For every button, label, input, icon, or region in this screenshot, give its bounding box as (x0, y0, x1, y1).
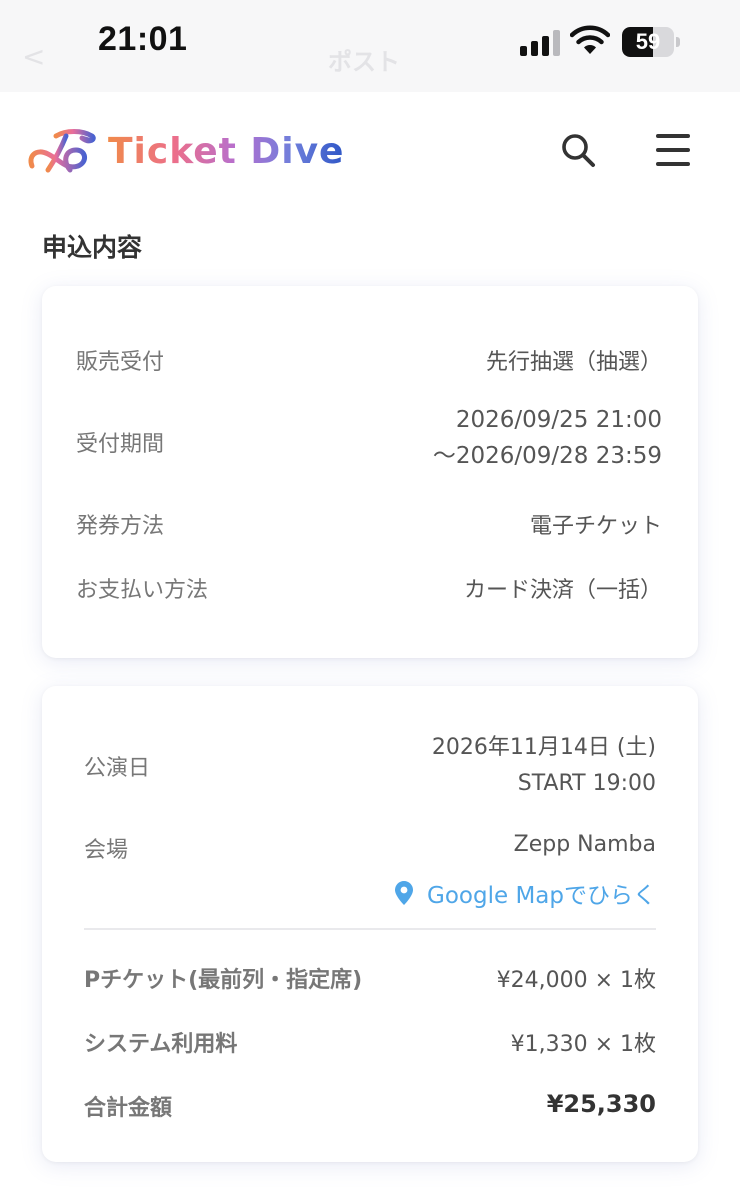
ticket-price-value: ¥24,000 × 1枚 (496, 968, 656, 993)
site-header: Ticket Dive (0, 92, 740, 212)
hamburger-menu-icon[interactable] (654, 132, 694, 168)
map-pin-icon (395, 881, 414, 905)
ghost-page-title: ポスト (328, 48, 400, 76)
status-time: 21:01 (98, 20, 188, 58)
sale-type-value: 先行抽選（抽選） (485, 350, 662, 375)
total-value: ¥25,330 (546, 1090, 656, 1118)
battery-icon: 59 (622, 27, 684, 57)
logo-text: Ticket Dive (108, 130, 345, 172)
performance-details-card: 公演日 2026年11月14日 (土) START 19:00 会場 Zepp … (42, 686, 698, 1162)
performance-date-label: 公演日 (84, 756, 151, 781)
payment-method-label: お支払い方法 (76, 578, 209, 603)
battery-level: 59 (635, 29, 661, 54)
total-label: 合計金額 (84, 1096, 173, 1121)
period-end: 〜2026/09/28 23:59 (432, 443, 662, 469)
logo-mark-icon (28, 129, 96, 173)
venue-value: Zepp Namba (513, 832, 656, 857)
back-chevron-icon: < (22, 40, 46, 73)
google-map-link[interactable]: Google Mapでひらく (395, 876, 656, 910)
performance-date-value: 2026年11月14日 (土) START 19:00 (432, 730, 656, 802)
performance-start-time: START 19:00 (517, 771, 656, 796)
issue-method-value: 電子チケット (529, 514, 662, 539)
period-start: 2026/09/25 21:00 (455, 407, 662, 433)
system-fee-label: システム利用料 (84, 1032, 238, 1057)
payment-method-value: カード決済（一括） (463, 578, 662, 603)
venue-label: 会場 (84, 838, 129, 863)
issue-method-label: 発券方法 (76, 514, 165, 539)
period-label: 受付期間 (76, 432, 165, 457)
period-value: 2026/09/25 21:00 〜2026/09/28 23:59 (433, 402, 662, 474)
sale-type-label: 販売受付 (76, 350, 165, 375)
divider (84, 928, 656, 930)
google-map-link-text[interactable]: Google Mapでひらく (427, 876, 656, 910)
ticket-type-label: Pチケット(最前列・指定席) (84, 968, 363, 993)
ticket-dive-logo[interactable]: Ticket Dive (26, 126, 344, 176)
application-details-card: 販売受付 先行抽選（抽選） 受付期間 2026/09/25 21:00 〜202… (42, 286, 698, 658)
wifi-icon (570, 25, 610, 54)
system-fee-value: ¥1,330 × 1枚 (510, 1032, 656, 1057)
performance-date: 2026年11月14日 (土) (431, 735, 656, 760)
cellular-signal-icon (520, 30, 562, 56)
section-title: 申込内容 (42, 233, 143, 262)
status-bar: < ポスト 21:01 59 (0, 0, 740, 92)
search-icon[interactable] (558, 130, 598, 170)
